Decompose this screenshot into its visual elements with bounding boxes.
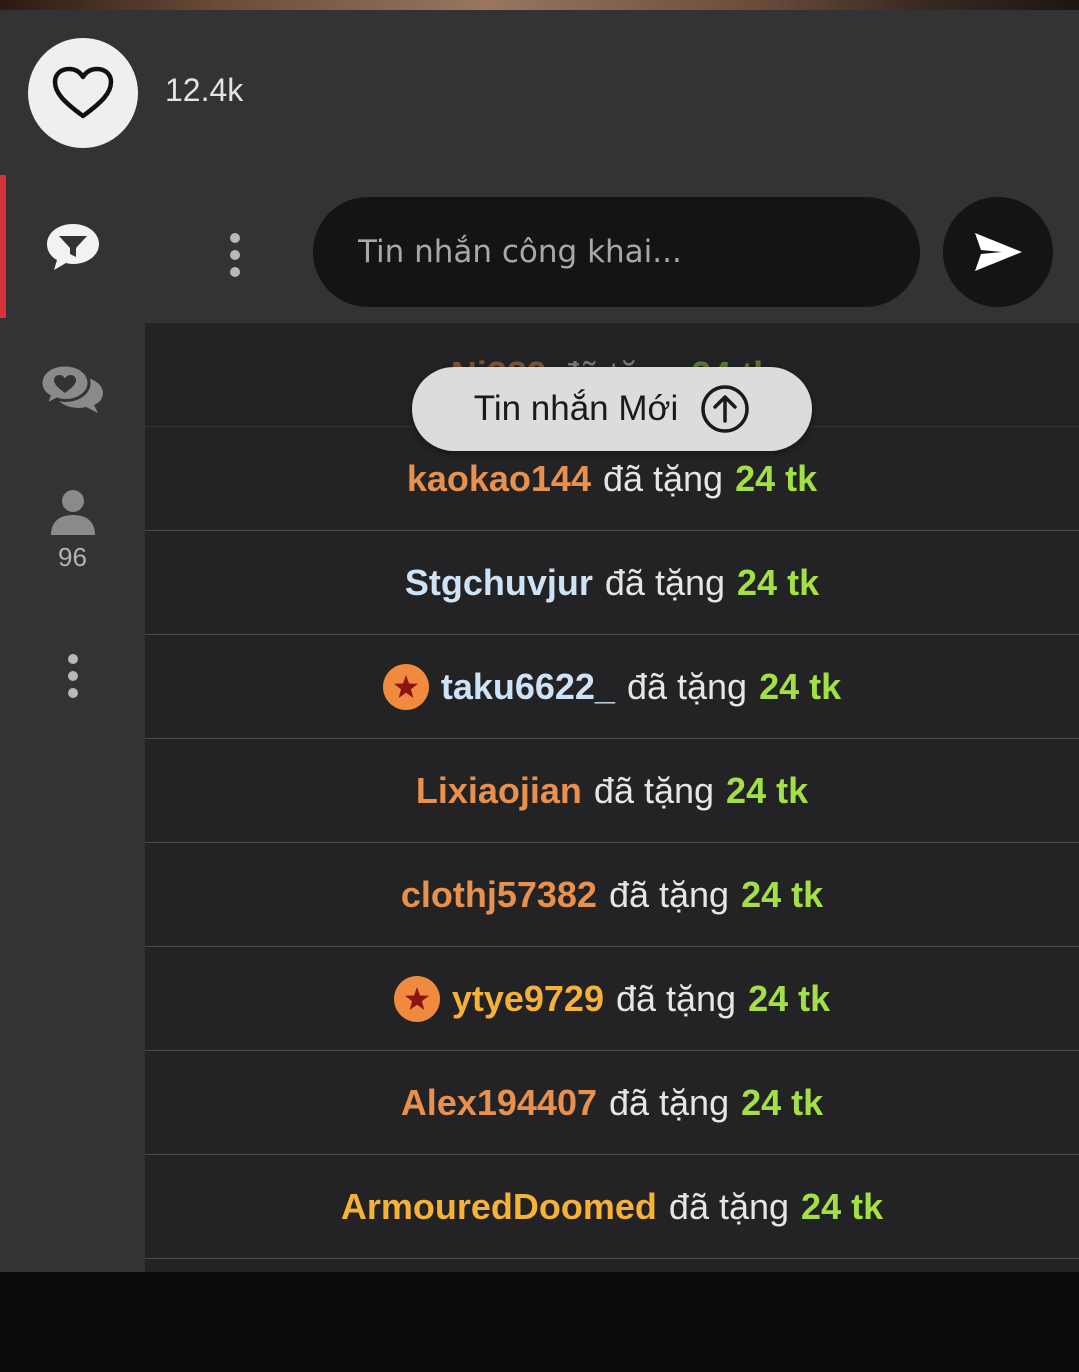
arrow-up-circle-icon	[701, 385, 749, 433]
gift-amount: 24 tk	[801, 1185, 884, 1227]
gift-action: đã tặng	[668, 1185, 790, 1227]
gift-action: đã tặng	[602, 457, 724, 499]
username[interactable]: kaokao144	[407, 458, 591, 500]
send-button[interactable]	[943, 197, 1053, 307]
chat-input-bar	[145, 175, 1079, 323]
gift-amount: 24 tk	[759, 665, 842, 707]
like-button[interactable]	[28, 38, 138, 148]
message-input[interactable]	[313, 197, 920, 307]
chat-filter-icon	[46, 224, 99, 270]
star-badge-icon	[382, 663, 429, 710]
gift-action: đã tặng	[604, 561, 726, 603]
more-vertical-icon	[67, 654, 78, 698]
more-vertical-icon	[230, 233, 240, 277]
username[interactable]: clothj57382	[401, 874, 597, 916]
gift-action: đã tặng	[626, 665, 748, 707]
list-item: ytye9729 đã tặng 24 tk	[145, 947, 1079, 1051]
new-messages-button[interactable]: Tin nhắn Mới	[412, 367, 812, 451]
chat-bubbles-icon	[38, 363, 103, 413]
like-bar: 12.4k	[0, 10, 1079, 175]
tab-chat[interactable]	[0, 363, 145, 415]
tab-viewers[interactable]: 96	[0, 488, 145, 573]
list-item: Alex194407 đã tặng 24 tk	[145, 1051, 1079, 1155]
username[interactable]: Lixiaojian	[416, 770, 582, 812]
sidebar-more-button[interactable]	[0, 653, 145, 699]
tab-chat-filter[interactable]	[0, 222, 145, 272]
username[interactable]: Alex194407	[401, 1082, 597, 1124]
gift-action: đã tặng	[608, 1081, 730, 1123]
username[interactable]: ytye9729	[452, 978, 604, 1020]
video-edge	[0, 0, 1079, 10]
username[interactable]: ArmouredDoomed	[341, 1186, 657, 1228]
list-item: taku6622_ đã tặng 24 tk	[145, 635, 1079, 739]
chat-panel: Ni389 đã tặng 24 tk kaokao144 đã tặng 24…	[145, 175, 1079, 1272]
message-list: Ni389 đã tặng 24 tk kaokao144 đã tặng 24…	[145, 323, 1079, 1259]
person-icon	[50, 490, 95, 535]
gift-amount: 24 tk	[737, 561, 820, 603]
gift-amount: 24 tk	[748, 977, 831, 1019]
gift-amount: 24 tk	[741, 1081, 824, 1123]
gift-action: đã tặng	[608, 873, 730, 915]
gift-amount: 24 tk	[735, 457, 818, 499]
list-item: clothj57382 đã tặng 24 tk	[145, 843, 1079, 947]
chat-options-button[interactable]	[215, 230, 255, 280]
list-item: Lixiaojian đã tặng 24 tk	[145, 739, 1079, 843]
gift-action: đã tặng	[615, 977, 737, 1019]
bottom-bar	[0, 1272, 1079, 1362]
heart-icon	[52, 66, 114, 119]
sidebar: 96	[0, 175, 145, 1272]
like-count: 12.4k	[165, 72, 244, 108]
gift-amount: 24 tk	[726, 769, 809, 811]
gift-action: đã tặng	[593, 769, 715, 811]
new-messages-label: Tin nhắn Mới	[473, 389, 679, 428]
star-badge-icon	[393, 975, 440, 1022]
list-item: Stgchuvjur đã tặng 24 tk	[145, 531, 1079, 635]
viewer-count: 96	[58, 542, 87, 572]
gift-amount: 24 tk	[741, 873, 824, 915]
username[interactable]: Stgchuvjur	[405, 562, 593, 604]
list-item: ArmouredDoomed đã tặng 24 tk	[145, 1155, 1079, 1259]
send-icon	[975, 233, 1022, 271]
username[interactable]: taku6622_	[441, 666, 615, 708]
